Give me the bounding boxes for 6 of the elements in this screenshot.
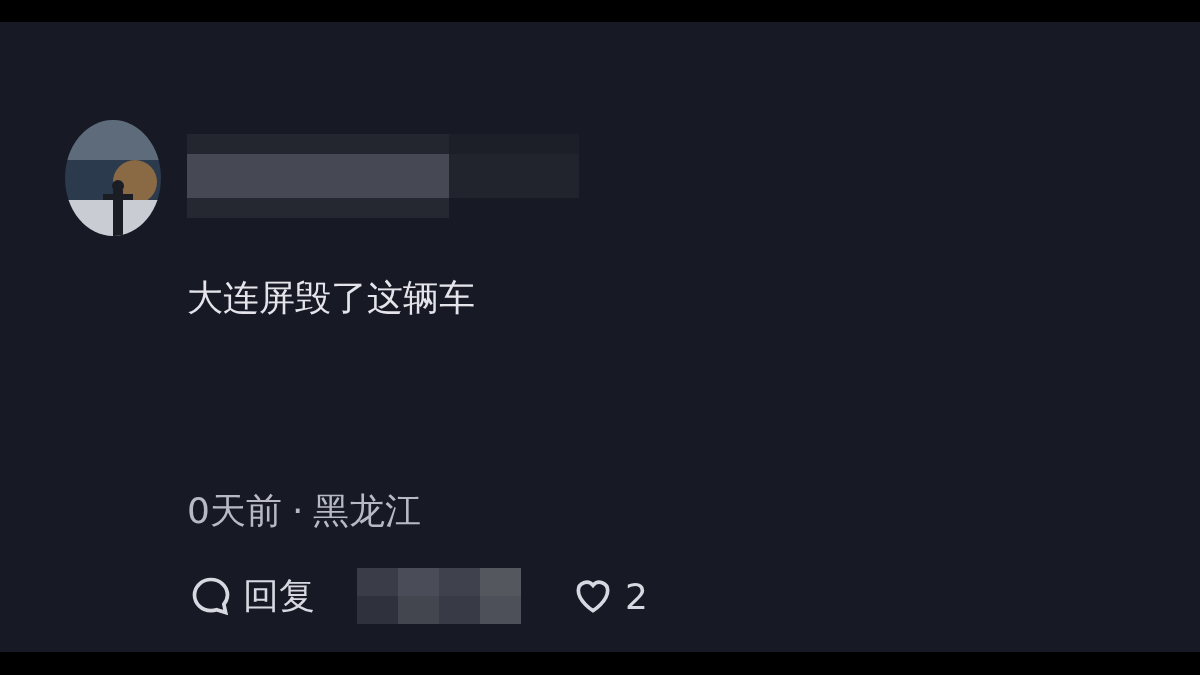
like-button[interactable]: 2 [571,574,648,619]
reply-button[interactable]: 回复 [189,571,315,621]
comment-text: 大连屏毁了这辆车 [187,276,476,320]
separator: · [291,489,304,533]
comment-time: 0天前 [187,489,282,533]
comment-location: 黑龙江 [313,489,422,533]
